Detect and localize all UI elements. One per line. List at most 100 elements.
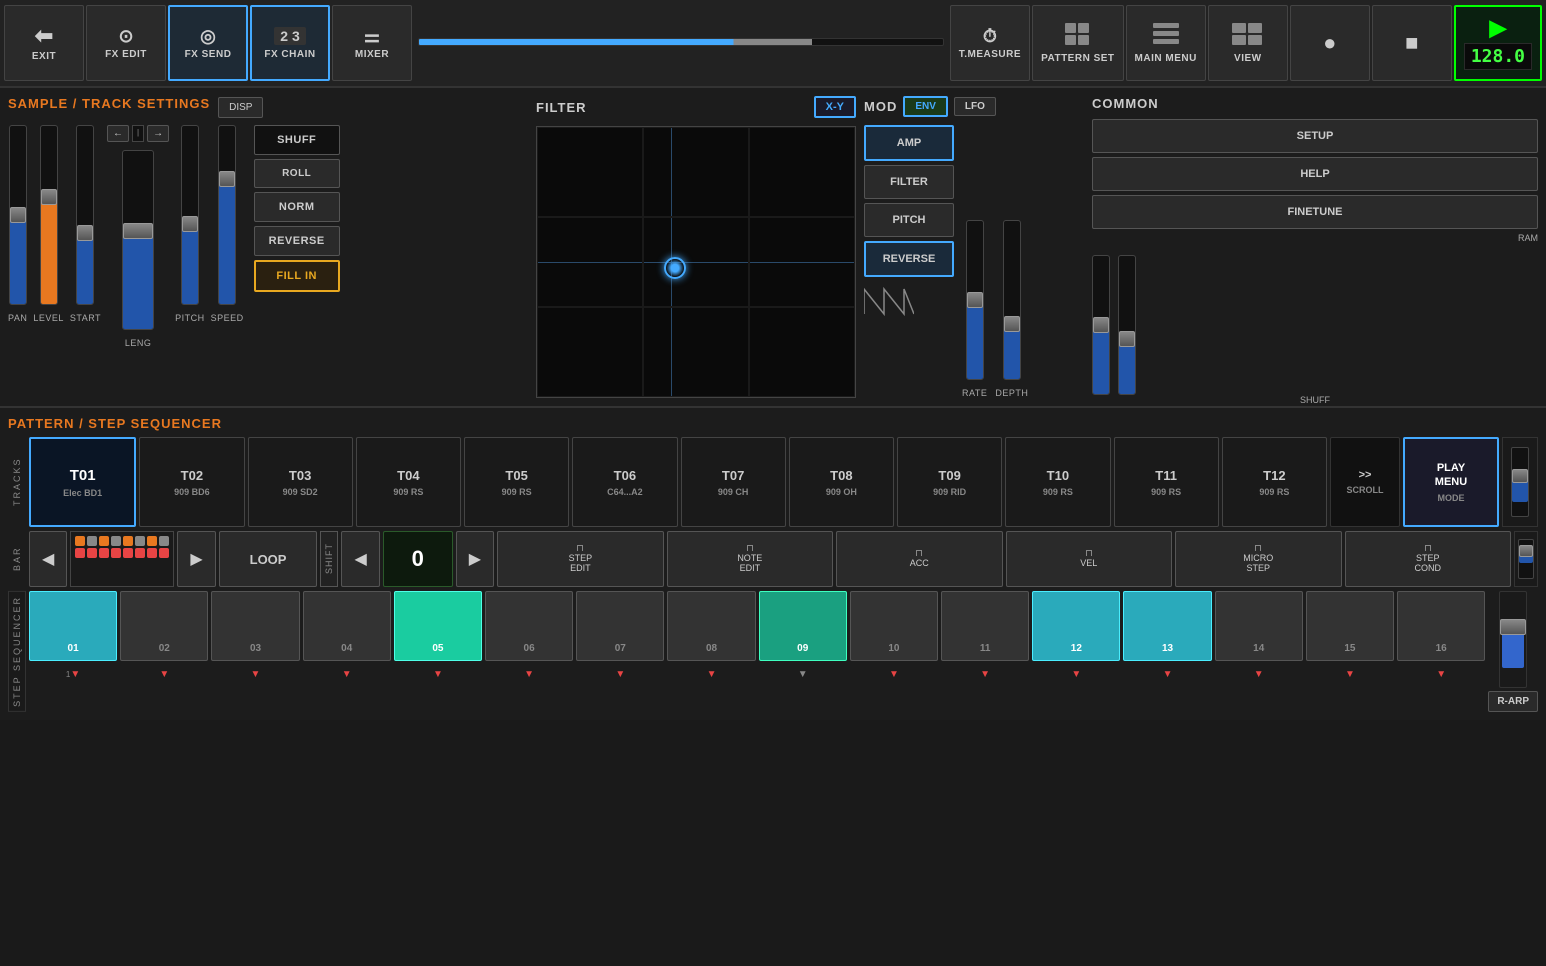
shuff-button[interactable]: SHUFF	[254, 125, 340, 155]
track-button-t09[interactable]: T09 909 RID	[897, 437, 1002, 527]
mixer-button[interactable]: ⚌ MIXER	[332, 5, 412, 81]
bar-left2-button[interactable]: ◀	[341, 531, 379, 587]
track-button-t07[interactable]: T07 909 CH	[681, 437, 786, 527]
step-button-07[interactable]: 07	[576, 591, 664, 661]
step-button-12[interactable]: 12	[1032, 591, 1120, 661]
main-menu-button[interactable]: MAIN MENU	[1126, 5, 1206, 81]
step-cond-button[interactable]: STEPCOND	[1345, 531, 1511, 587]
pattern-set-button[interactable]: PATTERN SET	[1032, 5, 1123, 81]
step-num-08: 08	[706, 643, 717, 656]
bar-right-pattern-button[interactable]: ▶	[177, 531, 215, 587]
track-button-t10[interactable]: T10 909 RS	[1005, 437, 1110, 527]
step-button-03[interactable]: 03	[211, 591, 299, 661]
play-menu-button[interactable]: PLAYMENU MODE	[1403, 437, 1499, 527]
step-button-06[interactable]: 06	[485, 591, 573, 661]
setup-button[interactable]: SETUP	[1092, 119, 1538, 153]
step-ind-12: ▼	[1032, 667, 1120, 681]
leng-fader[interactable]	[122, 150, 154, 330]
view-button[interactable]: VIEW	[1208, 5, 1288, 81]
step-button-15[interactable]: 15	[1306, 591, 1394, 661]
step-num-05: 05	[432, 643, 443, 656]
reverse-button[interactable]: REVERSE	[254, 226, 340, 256]
arrow-right-button[interactable]: →	[147, 125, 169, 142]
bar-right2-button[interactable]: ▶	[456, 531, 494, 587]
right-main-fader[interactable]	[1499, 591, 1527, 688]
bar-row-fader[interactable]	[1514, 531, 1538, 587]
norm-button[interactable]: NORM	[254, 192, 340, 222]
track-button-t08[interactable]: T08 909 OH	[789, 437, 894, 527]
note-edit-button[interactable]: NOTEEDIT	[667, 531, 833, 587]
outer-fader[interactable]	[1502, 437, 1538, 527]
mini-dot	[147, 548, 157, 558]
fx-chain-button[interactable]: 2 3 FX CHAIN	[250, 5, 330, 81]
filter-section: FILTER X-Y	[536, 96, 856, 398]
track-button-t01[interactable]: T01 Elec BD1	[29, 437, 136, 527]
common-fader-1[interactable]	[1092, 255, 1110, 395]
arrow-left-button[interactable]: ←	[107, 125, 129, 142]
mini-dot	[159, 536, 169, 546]
common-fader-2[interactable]	[1118, 255, 1136, 395]
start-fader[interactable]	[76, 125, 94, 305]
help-button[interactable]: HELP	[1092, 157, 1538, 191]
vel-button[interactable]: VEL	[1006, 531, 1172, 587]
filter-mod-button[interactable]: FILTER	[864, 165, 954, 199]
acc-button[interactable]: ACC	[836, 531, 1002, 587]
step-button-08[interactable]: 08	[667, 591, 755, 661]
pan-fader[interactable]	[9, 125, 27, 305]
step-arrow-10: ▼	[889, 669, 899, 680]
xy-pad[interactable]	[536, 126, 856, 398]
step-button-13[interactable]: 13	[1123, 591, 1211, 661]
fx-send-button[interactable]: ◎ FX SEND	[168, 5, 248, 81]
step-button-09[interactable]: 09	[759, 591, 847, 661]
record-button[interactable]: ●	[1290, 5, 1370, 81]
micro-step-button[interactable]: MICROSTEP	[1175, 531, 1341, 587]
track-button-scroll[interactable]: >> SCROLL	[1330, 437, 1400, 527]
fx-edit-button[interactable]: ⊙ FX EDIT	[86, 5, 166, 81]
step-button-02[interactable]: 02	[120, 591, 208, 661]
rarp-button[interactable]: R-ARP	[1488, 691, 1538, 712]
lfo-tab[interactable]: LFO	[954, 97, 996, 116]
stop-button[interactable]: ■	[1372, 5, 1452, 81]
track-button-t03[interactable]: T03 909 SD2	[248, 437, 353, 527]
step-button-04[interactable]: 04	[303, 591, 391, 661]
track-button-t12[interactable]: T12 909 RS	[1222, 437, 1327, 527]
disp-button[interactable]: DISP	[218, 97, 263, 118]
step-edit-button[interactable]: STEPEDIT	[497, 531, 663, 587]
rate-fader[interactable]	[966, 220, 984, 380]
pitch-fader[interactable]	[181, 125, 199, 305]
finetune-button[interactable]: FINETUNE	[1092, 195, 1538, 229]
step-button-16[interactable]: 16	[1397, 591, 1485, 661]
env-tab[interactable]: ENV	[903, 96, 948, 117]
bar-left-button[interactable]: ◀	[29, 531, 67, 587]
view-icon	[1232, 23, 1264, 49]
xy-button[interactable]: X-Y	[814, 96, 856, 118]
step-button-11[interactable]: 11	[941, 591, 1029, 661]
xy-cursor[interactable]	[664, 257, 686, 279]
depth-fader[interactable]	[1003, 220, 1021, 380]
step-button-01[interactable]: 01	[29, 591, 117, 661]
step-button-14[interactable]: 14	[1215, 591, 1303, 661]
track-button-t05[interactable]: T05 909 RS	[464, 437, 569, 527]
reverse-mod-button[interactable]: REVERSE	[864, 241, 954, 277]
roll-button[interactable]: ROLL	[254, 159, 340, 188]
amp-button[interactable]: AMP	[864, 125, 954, 161]
speed-fader[interactable]	[218, 125, 236, 305]
track-button-t11[interactable]: T11 909 RS	[1114, 437, 1219, 527]
track-button-t02[interactable]: T02 909 BD6	[139, 437, 244, 527]
track-button-t06[interactable]: T06 C64...A2	[572, 437, 677, 527]
t-measure-button[interactable]: ⏱ T.MEASURE	[950, 5, 1030, 81]
loop-button[interactable]: LOOP	[219, 531, 318, 587]
exit-button[interactable]: ⬅ EXIT	[4, 5, 84, 81]
step-ind-02: ▼	[120, 667, 208, 681]
micro-step-label: MICROSTEP	[1243, 553, 1273, 573]
track-id-t07: T07	[722, 468, 744, 483]
play-button[interactable]: ▶ 128.0	[1454, 5, 1542, 81]
step-button-05[interactable]: 05	[394, 591, 482, 661]
track-button-t04[interactable]: T04 909 RS	[356, 437, 461, 527]
xy-grid	[537, 127, 855, 397]
level-fader[interactable]	[40, 125, 58, 305]
fill-in-button[interactable]: FILL IN	[254, 260, 340, 292]
step-button-10[interactable]: 10	[850, 591, 938, 661]
pitch-mod-button[interactable]: PITCH	[864, 203, 954, 237]
sample-buttons-group: SHUFF ROLL NORM REVERSE FILL IN	[254, 125, 340, 292]
